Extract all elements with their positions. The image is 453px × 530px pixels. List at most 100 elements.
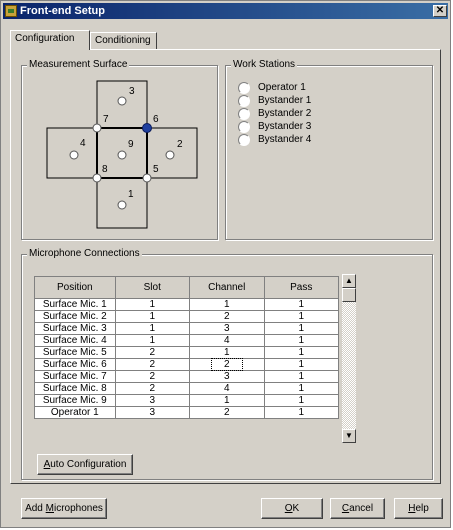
mic-label-3: 3 (129, 86, 135, 97)
tab-configuration[interactable]: Configuration (10, 30, 90, 50)
workstation-label: Bystander 2 (258, 108, 312, 119)
table-vertical-scrollbar[interactable]: ▲ ▼ (342, 274, 356, 443)
radio-button[interactable] (238, 82, 250, 94)
mic-marker-8[interactable] (92, 173, 102, 183)
mic-marker-9[interactable] (117, 150, 127, 160)
mic-marker-1[interactable] (117, 200, 127, 210)
cell-pass[interactable]: 1 (263, 298, 340, 311)
cell-slot[interactable]: 1 (114, 322, 190, 335)
cell-slot[interactable]: 3 (114, 394, 190, 407)
column-header-pass[interactable]: Pass (263, 276, 340, 299)
table-row[interactable]: Surface Mic. 8 2 4 1 (34, 382, 340, 395)
cell-channel[interactable]: 1 (188, 394, 265, 407)
mic-label-5: 5 (153, 164, 159, 175)
cell-slot[interactable]: 1 (114, 334, 190, 347)
radio-button[interactable] (238, 108, 250, 120)
table-row[interactable]: Surface Mic. 5 2 1 1 (34, 346, 340, 359)
cell-position[interactable]: Operator 1 (34, 406, 116, 419)
scroll-thumb[interactable] (342, 288, 356, 302)
help-button[interactable]: Help (394, 498, 443, 519)
scroll-down-button[interactable]: ▼ (342, 429, 356, 443)
radio-button[interactable] (238, 121, 250, 133)
mic-label-1: 1 (128, 189, 134, 200)
cell-pass[interactable]: 1 (263, 346, 340, 359)
table-row[interactable]: Surface Mic. 4 1 4 1 (34, 334, 340, 347)
add-mics-rest: icrophones (54, 503, 103, 514)
cell-slot[interactable]: 1 (114, 310, 190, 323)
cell-pass[interactable]: 1 (263, 382, 340, 395)
title-bar[interactable]: Front-end Setup ✕ (3, 3, 448, 19)
scroll-up-button[interactable]: ▲ (342, 274, 356, 288)
ok-mnemonic: O (284, 503, 293, 514)
cell-channel[interactable]: 2 (188, 406, 265, 419)
ok-button[interactable]: OK (261, 498, 323, 519)
cell-pass[interactable]: 1 (263, 310, 340, 323)
tab-configuration-label: Configuration (15, 33, 75, 44)
cell-channel[interactable]: 4 (188, 382, 265, 395)
tab-conditioning-label: Conditioning (95, 35, 151, 46)
tab-conditioning[interactable]: Conditioning (90, 32, 157, 49)
cell-position[interactable]: Surface Mic. 4 (34, 334, 116, 347)
mic-marker-5[interactable] (142, 173, 152, 183)
cell-pass[interactable]: 1 (263, 334, 340, 347)
cell-position[interactable]: Surface Mic. 5 (34, 346, 116, 359)
cell-channel[interactable]: 4 (188, 334, 265, 347)
auto-configuration-button[interactable]: Auto Configuration (37, 454, 133, 475)
cell-position[interactable]: Surface Mic. 9 (34, 394, 116, 407)
table-row[interactable]: Surface Mic. 3 1 3 1 (34, 322, 340, 335)
cell-pass[interactable]: 1 (263, 394, 340, 407)
table-row[interactable]: Surface Mic. 2 1 2 1 (34, 310, 340, 323)
mic-label-2: 2 (177, 139, 183, 150)
add-microphones-button[interactable]: Add Microphones (21, 498, 107, 519)
cell-channel[interactable]: 1 (188, 346, 265, 359)
table-row[interactable]: Operator 1 3 2 1 (34, 406, 340, 419)
cell-position[interactable]: Surface Mic. 2 (34, 310, 116, 323)
cell-slot[interactable]: 2 (114, 346, 190, 359)
cell-pass[interactable]: 1 (263, 406, 340, 419)
cell-slot[interactable]: 2 (114, 370, 190, 383)
cancel-button[interactable]: Cancel (330, 498, 385, 519)
column-header-channel[interactable]: Channel (188, 276, 265, 299)
cell-channel[interactable]: 3 (188, 370, 265, 383)
cell-slot[interactable]: 2 (114, 358, 190, 371)
table-row[interactable]: Surface Mic. 6 2 2 1 (34, 358, 340, 371)
column-header-position[interactable]: Position (34, 276, 116, 299)
table-row[interactable]: Surface Mic. 1 1 1 1 (34, 298, 340, 311)
column-header-slot[interactable]: Slot (114, 276, 190, 299)
radio-button[interactable] (238, 95, 250, 107)
cell-channel[interactable]: 1 (188, 298, 265, 311)
focused-cell-value[interactable]: 2 (210, 358, 243, 371)
cell-channel[interactable]: 2 (188, 310, 265, 323)
close-button[interactable]: ✕ (433, 5, 447, 17)
add-mics-prefix: Add (25, 503, 46, 514)
cell-pass[interactable]: 1 (263, 370, 340, 383)
table-row[interactable]: Surface Mic. 9 3 1 1 (34, 394, 340, 407)
radio-button[interactable] (238, 134, 250, 146)
microphone-connections-table[interactable]: Position Slot Channel Pass Surface Mic. … (34, 276, 340, 419)
mic-marker-2[interactable] (165, 150, 175, 160)
cell-position[interactable]: Surface Mic. 1 (34, 298, 116, 311)
cell-slot[interactable]: 2 (114, 382, 190, 395)
workstation-label: Bystander 1 (258, 95, 312, 106)
cell-channel-focused[interactable]: 2 (188, 358, 265, 371)
cell-position[interactable]: Surface Mic. 7 (34, 370, 116, 383)
cell-position[interactable]: Surface Mic. 3 (34, 322, 116, 335)
table-row[interactable]: Surface Mic. 7 2 3 1 (34, 370, 340, 383)
cell-slot[interactable]: 1 (114, 298, 190, 311)
cell-pass[interactable]: 1 (263, 322, 340, 335)
mic-marker-6-selected[interactable] (142, 123, 152, 133)
mic-marker-4[interactable] (69, 150, 79, 160)
cell-channel[interactable]: 3 (188, 322, 265, 335)
cell-slot[interactable]: 3 (114, 406, 190, 419)
mic-label-8: 8 (102, 164, 108, 175)
mic-marker-7[interactable] (92, 123, 102, 133)
mic-marker-3[interactable] (117, 96, 127, 106)
workstation-label: Bystander 4 (258, 134, 312, 145)
cell-pass[interactable]: 1 (263, 358, 340, 371)
mic-label-7: 7 (103, 114, 109, 125)
measurement-surface-group: Measurement Surface 3 4 9 2 1 7 6 8 5 (21, 59, 218, 240)
cell-position[interactable]: Surface Mic. 6 (34, 358, 116, 371)
add-mics-mnemonic: M (45, 503, 54, 514)
cell-position[interactable]: Surface Mic. 8 (34, 382, 116, 395)
app-icon (5, 5, 17, 17)
